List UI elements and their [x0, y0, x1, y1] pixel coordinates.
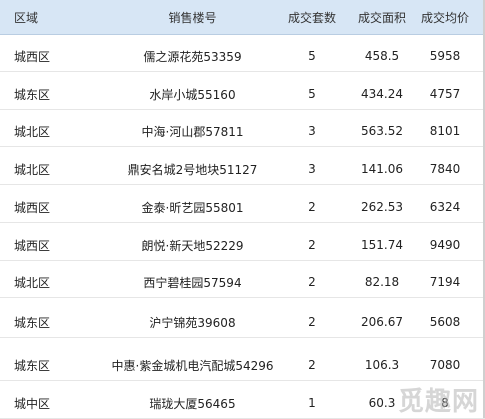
table-row: 城西区 金泰·昕艺园55801 2 262.53 6324: [0, 192, 485, 223]
table-row: 城北区 鼎安名城2号地块51127 3 141.06 7840: [0, 154, 485, 185]
cell-area: 城北区: [14, 275, 51, 290]
table-row: 城东区 水岸小城55160 5 434.24 4757: [0, 79, 485, 110]
cell-price: 7194: [429, 275, 461, 289]
table-row: 城西区 朗悦·新天地52229 2 151.74 9490: [0, 230, 485, 261]
cell-area: 城东区: [14, 87, 51, 102]
cell-area: 城北区: [14, 124, 51, 139]
table-row: 城中区 瑞珑大厦56465 1 60.3 8: [0, 388, 485, 419]
cell-price: 5608: [429, 315, 461, 329]
cell-area: 城北区: [14, 162, 51, 177]
table-header: 区域 销售楼号 成交套数 成交面积 成交均价: [0, 0, 485, 35]
header-area: 区域: [14, 10, 39, 25]
cell-area: 城中区: [14, 396, 51, 411]
cell-price: 4757: [429, 87, 461, 101]
table-row: 城东区 中惠·紫金城机电汽配城54296 2 106.3 7080: [0, 350, 485, 381]
cell-area: 城东区: [14, 315, 51, 330]
cell-price: 7080: [429, 358, 461, 372]
cell-price: 8101: [429, 124, 461, 138]
cell-price: 9490: [429, 238, 461, 252]
cell-area: 城西区: [14, 238, 51, 253]
table-row: 城西区 儒之源花苑53359 5 458.5 5958: [0, 41, 485, 72]
transaction-table: 区域 销售楼号 成交套数 成交面积 成交均价 城西区 儒之源花苑53359 5 …: [0, 0, 485, 419]
cell-area: 城东区: [14, 358, 51, 373]
cell-area: 城西区: [14, 49, 51, 64]
table-row: 城东区 沪宁锦苑39608 2 206.67 5608: [0, 307, 485, 338]
table-row: 城北区 西宁碧桂园57594 2 82.18 7194: [0, 267, 485, 298]
cell-price: 6324: [429, 200, 461, 214]
table-row: 城北区 中海·河山郡57811 3 563.52 8101: [0, 116, 485, 147]
header-price: 成交均价: [420, 10, 469, 25]
cell-price: 7840: [429, 162, 461, 176]
cell-area: 城西区: [14, 200, 51, 215]
cell-price: 8: [441, 396, 449, 410]
cell-price: 5958: [429, 49, 461, 63]
